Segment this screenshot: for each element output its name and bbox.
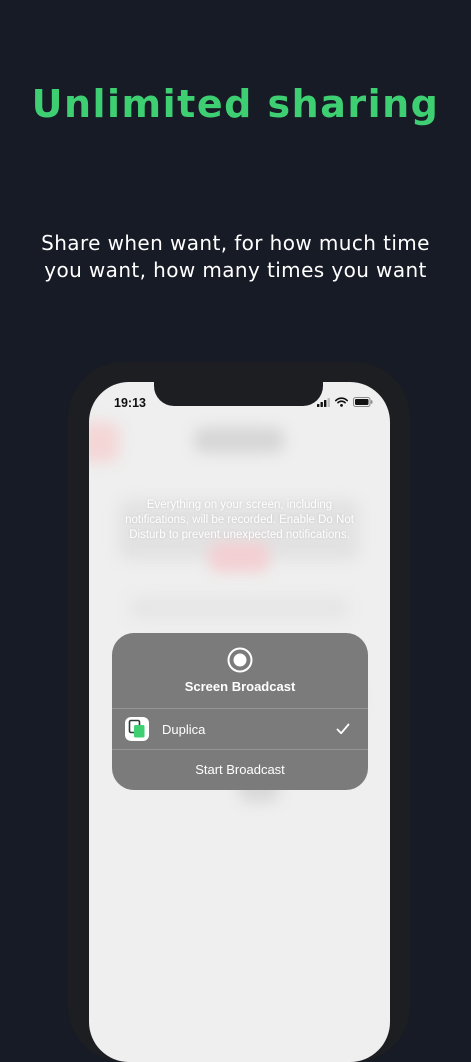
status-time: 19:13	[114, 396, 146, 410]
phone-notch	[154, 382, 323, 406]
wifi-icon	[335, 397, 348, 407]
checkmark-icon	[336, 723, 350, 735]
recording-warning: Everything on your screen, including not…	[125, 499, 354, 541]
app-name: Duplica	[162, 722, 206, 737]
headline: Unlimited sharing	[31, 82, 440, 126]
sheet-title: Screen Broadcast	[184, 679, 296, 694]
record-icon	[227, 647, 253, 673]
start-broadcast-button[interactable]: Start Broadcast	[112, 750, 368, 790]
screen-broadcast-sheet: Screen Broadcast Duplica Start Broadcast	[112, 633, 368, 790]
signal-icon	[317, 398, 330, 407]
subtitle: Share when want, for how much time you w…	[41, 231, 430, 282]
status-icons	[317, 397, 373, 407]
battery-icon	[353, 397, 373, 407]
duplica-app-icon	[125, 717, 149, 741]
app-option-duplica[interactable]: Duplica	[112, 709, 368, 749]
phone-screen: 19:13 Everything on your screen, includi…	[89, 382, 390, 1062]
